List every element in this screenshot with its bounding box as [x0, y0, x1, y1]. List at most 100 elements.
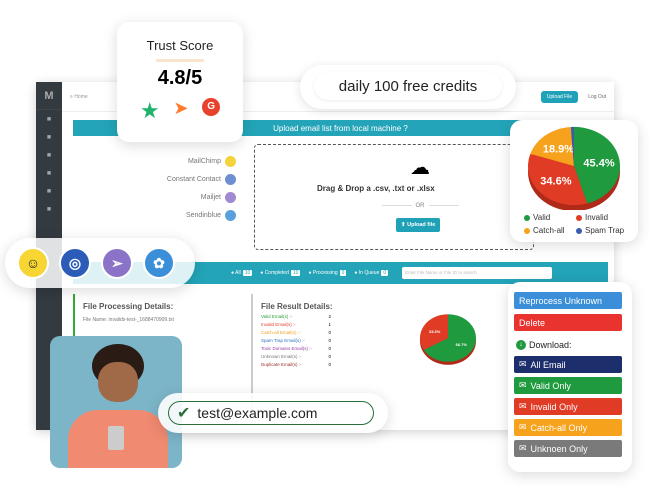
result-row: Spam Trap Email(s) :- 0 [261, 338, 331, 343]
integration-mailjet[interactable]: Mailjet [136, 188, 236, 206]
envelope-icon: ✉ [519, 443, 527, 453]
trustpilot-icon: ★ [139, 98, 160, 123]
actions-card: Reprocess Unknown Delete ↓ Download: ✉ All… [508, 282, 632, 472]
email-pill: ✔ test@example.com [158, 393, 388, 433]
help-icon[interactable]: ? [403, 124, 407, 133]
download-catch-all-only-button[interactable]: ✉ Catch-all Only [514, 419, 622, 436]
trust-title: Trust Score [146, 38, 214, 53]
button-label: Catch-all Only [530, 422, 588, 433]
result-value: 0 [328, 330, 331, 335]
big-pie-chart: 45.4% 34.6% 18.9% [528, 126, 620, 212]
result-value: 0 [328, 362, 331, 367]
cloud-upload-icon: ☁ [410, 157, 430, 179]
pie-chart-card: 45.4% 34.6% 18.9% Valid Invalid Catch-all … [510, 120, 638, 242]
sidebar-item-campaign[interactable]: ■ [36, 164, 62, 182]
filter-label: Processing [312, 270, 338, 276]
result-row: Duplicate Email(s) :- 0 [261, 362, 331, 367]
sidebar-item-list[interactable]: ■ [36, 146, 62, 164]
delete-button[interactable]: Delete [514, 314, 622, 331]
legend-label: Spam Trap [585, 226, 625, 235]
upload-file-btn[interactable]: ⬆ Upload file [396, 218, 441, 232]
result-label: Spam Trap Email(s) :- [261, 338, 305, 343]
legend-label: Invalid [585, 213, 609, 222]
filter-all[interactable]: ● All 10 [231, 270, 253, 276]
result-row: Invalid Email(s) :- 1 [261, 322, 331, 327]
filter-in-queue[interactable]: ● In Queue 0 [354, 270, 389, 276]
result-row: Valid Email(s) :- 2 [261, 314, 331, 319]
result-value: 1 [328, 322, 331, 327]
trust-score-card: Trust Score 4.8/5 ★ ➤ G [117, 22, 243, 142]
download-text: Download: [529, 340, 572, 350]
frd-title: File Result Details: [261, 302, 333, 311]
integration-constant-contact[interactable]: Constant Contact [136, 170, 236, 188]
fpd-title: File Processing Details: [83, 302, 174, 311]
mailchimp-icon [225, 155, 236, 167]
sidebar-item-user[interactable]: ■ [36, 128, 62, 146]
upload-file-button[interactable]: Upload File [540, 90, 579, 103]
sidebar-item-settings[interactable]: ■ [36, 200, 62, 218]
result-label: Unknown Email(s) :- [261, 354, 302, 359]
result-value: 0 [328, 338, 331, 343]
legend-valid: Valid [524, 213, 550, 222]
legend-label: Valid [533, 213, 551, 222]
sidebar-item-home[interactable]: ■ [36, 110, 62, 128]
filter-processing[interactable]: ● Processing 0 [308, 270, 347, 276]
result-label: Catch-all Email(s) :- [261, 330, 301, 335]
banner-text: Upload email list from local machine [273, 123, 402, 133]
reprocess-unknown-button[interactable]: Reprocess Unknown [514, 292, 622, 309]
sendinblue-logo[interactable]: ✿ [143, 247, 175, 279]
mini-pie-chart: 66.7% 33.3% [420, 314, 476, 365]
mailchimp-logo[interactable]: ☺ [17, 247, 49, 279]
download-all-email-button[interactable]: ✉ All Email [514, 356, 622, 373]
integration-sendinblue[interactable]: Sendinblue [136, 206, 236, 224]
filter-label: Completed [264, 270, 289, 276]
result-row: Unknown Email(s) :- 0 [261, 354, 331, 359]
integration-label: Sendinblue [185, 211, 221, 219]
pie-data-label: 34.6% [540, 176, 571, 188]
download-unknoen-only-button[interactable]: ✉ Unknoen Only [514, 440, 622, 457]
download-icon: ↓ [516, 340, 526, 350]
integration-logos: ☺ ◎ ➢ ✿ [5, 238, 195, 288]
constant-contact-logo[interactable]: ◎ [59, 247, 91, 279]
mailjet-logo[interactable]: ➢ [101, 247, 133, 279]
filter-count: 10 [242, 270, 253, 276]
capterra-icon: ➤ [173, 98, 189, 118]
file-search-input[interactable]: Enter File Name or File ID to search [402, 267, 553, 279]
breadcrumb-home[interactable]: Home [74, 94, 87, 100]
sendinblue-icon [225, 209, 236, 221]
app-logo: M [36, 82, 62, 110]
pie-data-label: 18.9% [543, 144, 574, 156]
result-row: Toxic Domains Email(s) :- 0 [261, 346, 331, 351]
result-value: 2 [328, 314, 331, 319]
result-value: 0 [328, 354, 331, 359]
drop-text: Drag & Drop a .csv, .txt or .xlsx [317, 184, 435, 193]
download-label: ↓ Download: [516, 340, 572, 350]
filter-count: 10 [290, 270, 301, 276]
button-label: Valid Only [530, 380, 571, 391]
result-label: Invalid Email(s) :- [261, 322, 296, 327]
g2-icon: G [202, 98, 221, 116]
result-label: Valid Email(s) :- [261, 314, 293, 319]
email-field[interactable]: ✔ test@example.com [168, 401, 374, 425]
email-value: test@example.com [197, 405, 318, 421]
filter-completed[interactable]: ● Completed 10 [260, 270, 301, 276]
result-label: Duplicate Email(s) :- [261, 362, 302, 367]
download-valid-only-button[interactable]: ✉ Valid Only [514, 377, 622, 394]
sidebar-item-reports[interactable]: ■ [36, 182, 62, 200]
filter-count: 0 [339, 270, 347, 276]
download-invalid-only-button[interactable]: ✉ Invalid Only [514, 398, 622, 415]
envelope-icon: ✉ [519, 359, 527, 369]
pie-data-label: 33.3% [429, 329, 441, 334]
button-label: Unknoen Only [530, 443, 588, 454]
drop-zone[interactable]: ☁ Drag & Drop a .csv, .txt or .xlsx OR ⬆… [254, 144, 534, 250]
integration-mailchimp[interactable]: MailChimp [136, 152, 236, 170]
logout-link[interactable]: Log Out [588, 94, 606, 100]
trust-score: 4.8/5 [157, 67, 203, 89]
integration-label: Constant Contact [166, 175, 221, 183]
check-circle-icon: ✔ [177, 405, 191, 422]
legend-spam-trap: Spam Trap [576, 226, 624, 235]
or-divider: OR [375, 203, 465, 209]
upload-label: Upload file [407, 222, 436, 228]
credits-text: daily 100 free credits [314, 72, 502, 100]
button-label: Invalid Only [530, 401, 578, 412]
